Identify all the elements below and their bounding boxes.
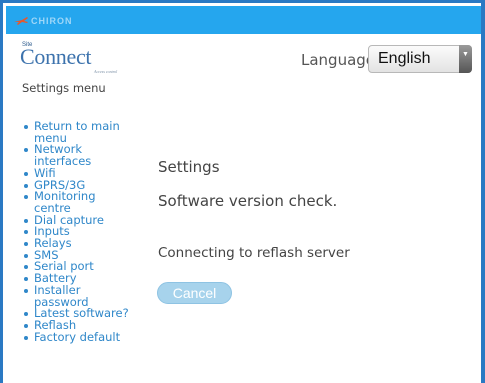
logo-main-text: Connect — [20, 44, 92, 69]
brand-name: CHIRON — [31, 16, 73, 26]
chiron-brand: CHIRON — [13, 14, 73, 28]
menu-item-network-interfaces[interactable]: Network interfaces — [23, 143, 135, 167]
jet-logo-icon — [14, 17, 28, 25]
settings-menu-title: Settings menu — [22, 81, 106, 95]
site-connect-logo: Site Connect Access control — [20, 42, 140, 74]
settings-menu-list: Return to main menu Network interfaces W… — [23, 120, 135, 344]
page-frame: CHIRON Site Connect Access control Langu… — [0, 0, 485, 383]
page-title: Settings — [158, 158, 220, 176]
dropdown-arrow-icon[interactable]: ▼ — [459, 45, 472, 73]
language-selected-value: English — [378, 50, 431, 67]
logo-tagline: Access control — [94, 69, 118, 74]
menu-item-return-to-main-menu[interactable]: Return to main menu — [23, 120, 135, 144]
top-bar: CHIRON — [6, 6, 481, 34]
page-subtitle: Software version check. — [158, 192, 338, 210]
status-message: Connecting to reflash server — [158, 245, 350, 261]
menu-item-installer-password[interactable]: Installer password — [23, 284, 135, 308]
menu-item-factory-default[interactable]: Factory default — [23, 331, 135, 344]
cancel-button[interactable]: Cancel — [157, 282, 232, 304]
menu-item-monitoring-centre[interactable]: Monitoring centre — [23, 190, 135, 214]
language-select[interactable]: English ▼ — [368, 45, 472, 73]
